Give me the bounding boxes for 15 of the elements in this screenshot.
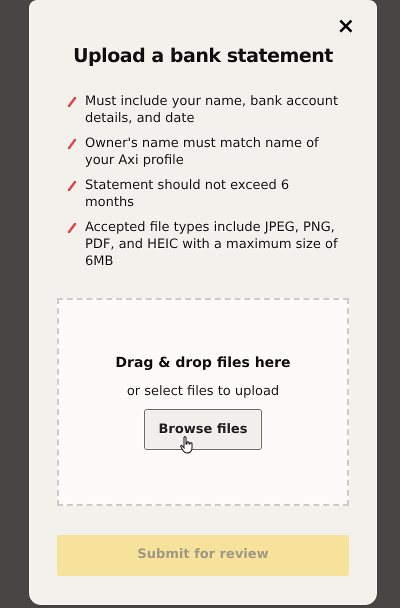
browse-files-button[interactable]: Browse files [144, 408, 262, 450]
slash-icon [67, 222, 77, 232]
hand-cursor-icon [180, 436, 194, 454]
dialog-title: Upload a bank statement [72, 44, 334, 69]
slash-icon [67, 96, 77, 106]
slash-icon [67, 138, 77, 148]
requirement-text: Accepted file types include JPEG, PNG, PDF, and HEIC with a maximum size of 6MB [85, 218, 339, 270]
drop-heading: Drag & drop files here [115, 354, 291, 374]
requirement-text: Owner's name must match name of your Axi profile [85, 134, 320, 168]
close-button[interactable]: × [332, 16, 359, 38]
drop-subtext: or select files to upload [126, 383, 280, 402]
requirement-text: Must include your name, bank account details, and date [85, 92, 339, 126]
slash-icon [67, 180, 77, 190]
drop-zone[interactable]: Drag & drop files here or select files to upload Browse files [57, 298, 349, 506]
requirement-text: Statement should not exceed 6 months [85, 176, 290, 210]
